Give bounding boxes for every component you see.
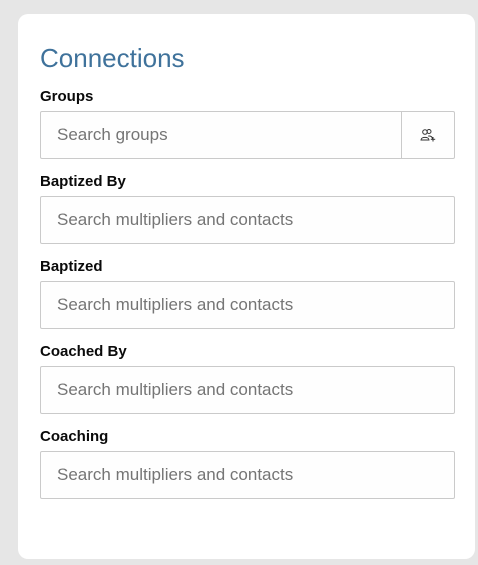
coaching-input-group (40, 451, 455, 499)
coached-by-input-group (40, 366, 455, 414)
coaching-label: Coaching (40, 428, 109, 445)
card-title: Connections (40, 43, 185, 73)
add-users-icon (420, 129, 436, 142)
coaching-search-input[interactable] (41, 452, 454, 498)
groups-input-group (40, 111, 455, 159)
coaching-field: Coaching (40, 428, 455, 499)
baptized-input-group (40, 281, 455, 329)
add-group-button[interactable] (401, 112, 454, 158)
baptized-by-search-input[interactable] (41, 197, 454, 243)
baptized-by-label: Baptized By (40, 173, 126, 190)
baptized-field: Baptized (40, 258, 455, 329)
groups-search-input[interactable] (41, 112, 401, 158)
coached-by-label: Coached By (40, 343, 127, 360)
baptized-search-input[interactable] (41, 282, 454, 328)
connections-card: Connections Groups Baptized By Baptize (18, 14, 475, 559)
groups-field: Groups (40, 88, 455, 159)
coached-by-search-input[interactable] (41, 367, 454, 413)
groups-label: Groups (40, 88, 94, 105)
baptized-by-field: Baptized By (40, 173, 455, 244)
baptized-by-input-group (40, 196, 455, 244)
coached-by-field: Coached By (40, 343, 455, 414)
baptized-label: Baptized (40, 258, 103, 275)
